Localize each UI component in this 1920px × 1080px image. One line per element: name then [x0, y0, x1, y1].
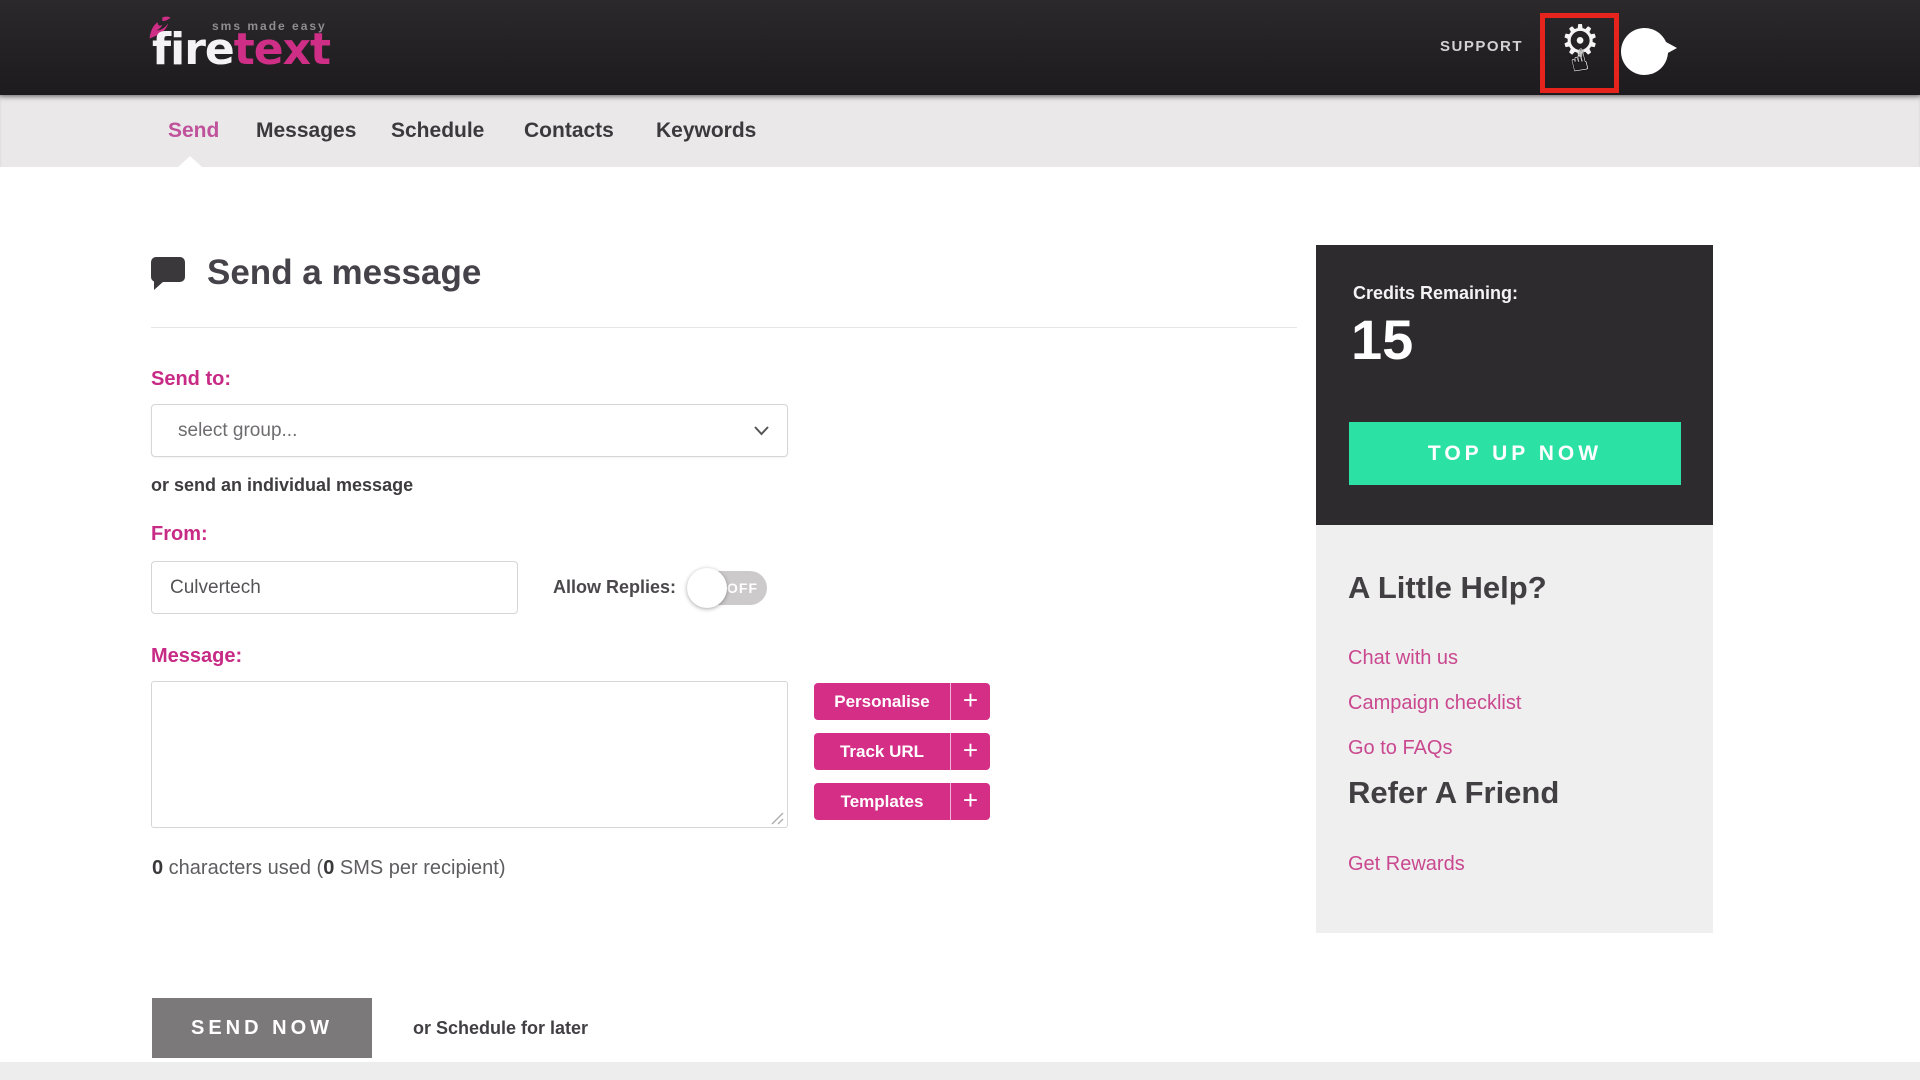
- sms-count: 0: [323, 857, 335, 879]
- resize-grip-icon[interactable]: [771, 812, 784, 825]
- title-divider: [151, 327, 1297, 328]
- nav-item-contacts[interactable]: Contacts: [524, 95, 614, 167]
- chevron-down-icon: [754, 426, 769, 436]
- allow-replies-toggle[interactable]: OFF: [687, 568, 767, 608]
- message-label: Message:: [151, 645, 243, 667]
- nav-item-messages[interactable]: Messages: [256, 95, 356, 167]
- top-up-button[interactable]: TOP UP NOW: [1349, 422, 1681, 485]
- main-nav: Send Messages Schedule Contacts Keywords: [0, 95, 1920, 167]
- logo-text-text: text: [233, 24, 331, 75]
- track-url-label: Track URL: [839, 742, 925, 761]
- schedule-later-link[interactable]: or Schedule for later: [413, 1018, 588, 1039]
- toggle-state-label: OFF: [727, 580, 758, 596]
- footer-strip: [0, 1062, 1920, 1080]
- user-avatar[interactable]: [1621, 28, 1668, 75]
- templates-label: Templates: [840, 792, 924, 811]
- logo-wordmark: firetext: [152, 24, 331, 75]
- from-input[interactable]: [151, 561, 518, 614]
- toggle-knob[interactable]: [687, 568, 727, 608]
- character-counter: 0 characters used (0 SMS per recipient): [152, 857, 506, 880]
- send-to-label: Send to:: [151, 368, 231, 390]
- credits-card: Credits Remaining: 15 TOP UP NOW: [1316, 245, 1713, 525]
- group-select[interactable]: select group...: [151, 404, 788, 457]
- from-label: From:: [151, 523, 208, 545]
- personalise-button[interactable]: Personalise +: [814, 683, 990, 720]
- credits-label: Credits Remaining:: [1353, 283, 1519, 303]
- char-text: characters used (: [163, 857, 324, 879]
- message-textarea[interactable]: [151, 681, 788, 828]
- personalise-label: Personalise: [834, 692, 930, 711]
- group-select-value: select group...: [178, 420, 298, 441]
- app-header: sms made easy firetext SUPPORT ⚙ ☝: [0, 0, 1920, 95]
- support-link[interactable]: SUPPORT: [1440, 38, 1523, 55]
- campaign-checklist-link[interactable]: Campaign checklist: [1348, 692, 1521, 715]
- nav-item-keywords[interactable]: Keywords: [656, 95, 756, 167]
- get-rewards-link[interactable]: Get Rewards: [1348, 853, 1465, 876]
- credits-value: 15: [1351, 308, 1414, 371]
- help-card: A Little Help? Chat with us Campaign che…: [1316, 525, 1713, 933]
- logo-fire-text: fire: [152, 24, 235, 75]
- firetext-logo[interactable]: sms made easy firetext: [149, 8, 410, 88]
- sms-text: SMS per recipient): [334, 857, 506, 879]
- go-to-faqs-link[interactable]: Go to FAQs: [1348, 737, 1452, 760]
- active-tab-notch: [178, 156, 202, 167]
- page-title: Send a message: [207, 253, 482, 292]
- plus-icon: +: [962, 735, 979, 765]
- individual-message-link[interactable]: or send an individual message: [151, 475, 413, 496]
- nav-item-schedule[interactable]: Schedule: [391, 95, 484, 167]
- chat-with-us-link[interactable]: Chat with us: [1348, 647, 1458, 670]
- char-count: 0: [152, 857, 164, 879]
- allow-replies-label: Allow Replies:: [553, 577, 677, 597]
- refer-a-friend-title: Refer A Friend: [1348, 775, 1560, 810]
- track-url-button[interactable]: Track URL +: [814, 733, 990, 770]
- message-bubble-icon: [151, 257, 185, 290]
- plus-icon: +: [962, 785, 979, 815]
- avatar-caret-icon: [1666, 42, 1677, 54]
- help-title: A Little Help?: [1348, 570, 1547, 605]
- plus-icon: +: [962, 685, 979, 715]
- send-now-button[interactable]: SEND NOW: [152, 998, 372, 1058]
- firetext-app: sms made easy firetext SUPPORT ⚙ ☝ Send …: [0, 0, 1920, 1080]
- templates-button[interactable]: Templates +: [814, 783, 990, 820]
